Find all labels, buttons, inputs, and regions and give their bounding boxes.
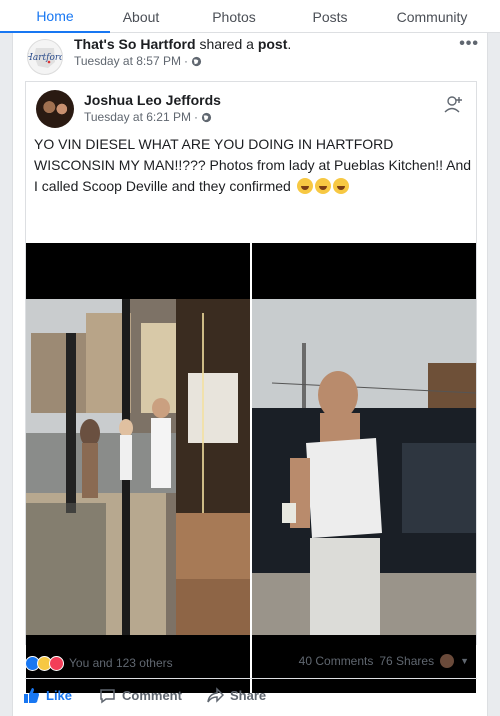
tab-community[interactable]: Community [364, 0, 500, 33]
page-tabs: Home About Photos Posts Community [0, 0, 500, 33]
love-reaction-icon [49, 655, 64, 671]
feed-post: Hartford That's So Hartford shared a pos… [12, 33, 488, 716]
author-avatar[interactable] [36, 90, 74, 128]
globe-icon [201, 112, 212, 122]
photo-1[interactable] [26, 243, 250, 693]
laughing-emoji-icon [314, 178, 331, 194]
thumbs-up-icon [24, 688, 39, 703]
globe-icon [191, 56, 202, 66]
comment-icon [100, 689, 115, 704]
shared-post-timestamp[interactable]: Tuesday at 6:21 PM [84, 110, 191, 124]
post-title: That's So Hartford shared a post. [74, 36, 291, 52]
photo-2[interactable] [252, 243, 476, 693]
tab-about[interactable]: About [110, 0, 172, 33]
like-label: Like [46, 688, 73, 703]
like-button[interactable]: Like [23, 687, 72, 704]
more-options-button[interactable]: ••• [459, 35, 479, 53]
share-button[interactable]: Share [207, 687, 266, 704]
reaction-summary[interactable]: You and 123 others [25, 654, 173, 672]
share-icon [207, 687, 224, 703]
laughing-emoji-icon [296, 178, 313, 194]
street-photo [252, 243, 476, 693]
storefront-photo [26, 243, 250, 693]
photo-grid [26, 243, 476, 693]
post-action-text: shared a [195, 36, 258, 52]
meta-dot: · [183, 54, 188, 68]
share-count[interactable]: 76 Shares [379, 654, 434, 668]
share-label: Share [230, 688, 267, 703]
author-name[interactable]: Joshua Leo Jeffords [84, 92, 221, 108]
shared-post[interactable]: Joshua Leo Jeffords Tuesday at 6:21 PM ·… [25, 81, 477, 693]
tab-photos[interactable]: Photos [172, 0, 296, 33]
add-friend-icon[interactable] [444, 94, 464, 114]
post-header: Hartford That's So Hartford shared a pos… [13, 33, 489, 77]
tab-posts[interactable]: Posts [296, 0, 364, 33]
page-avatar[interactable]: Hartford [27, 39, 63, 75]
comment-label: Comment [122, 688, 182, 703]
hartford-logo-icon: Hartford [28, 48, 62, 68]
post-text: YO VIN DIESEL WHAT ARE YOU DOING IN HART… [34, 134, 472, 197]
post-timestamp[interactable]: Tuesday at 8:57 PM [74, 54, 181, 68]
engagement-counts: 40 Comments 76 Shares ▼ [299, 654, 469, 668]
meta-dot: · [193, 110, 198, 124]
svg-text:Hartford: Hartford [28, 53, 62, 63]
chevron-down-icon[interactable]: ▼ [460, 656, 469, 666]
post-actions: Like Comment Share [13, 679, 489, 713]
comment-button[interactable]: Comment [99, 687, 182, 704]
comment-count[interactable]: 40 Comments [299, 654, 374, 668]
post-period: . [287, 36, 292, 52]
viewer-avatar[interactable] [440, 654, 455, 668]
shared-post-link[interactable]: post [258, 36, 288, 52]
page-name-link[interactable]: That's So Hartford [74, 36, 196, 52]
post-body: YO VIN DIESEL WHAT ARE YOU DOING IN HART… [34, 136, 472, 194]
post-meta: Tuesday at 8:57 PM · [74, 54, 202, 68]
tab-home[interactable]: Home [0, 0, 110, 33]
reaction-count[interactable]: You and 123 others [69, 656, 173, 670]
shared-post-meta: Tuesday at 6:21 PM · [84, 110, 212, 124]
laughing-emoji-icon [332, 178, 349, 194]
